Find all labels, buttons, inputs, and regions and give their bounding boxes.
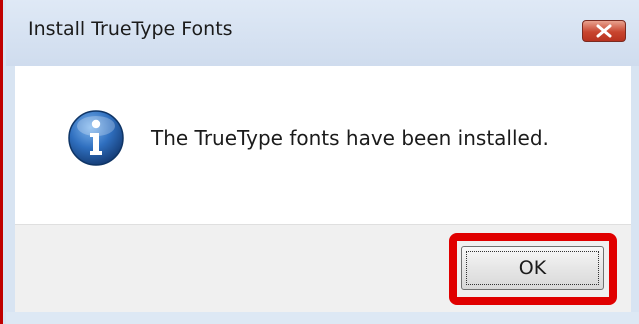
ok-button-label: OK (518, 257, 547, 279)
button-bar: OK (15, 224, 631, 312)
message-area: The TrueType fonts have been installed. (15, 66, 631, 224)
window-bottom-frame (6, 312, 639, 324)
information-icon (67, 109, 125, 167)
message-text: The TrueType fonts have been installed. (151, 126, 549, 150)
dialog-window: Install TrueType Fonts The TrueType font… (0, 0, 639, 324)
close-icon (595, 24, 613, 38)
title-bar[interactable]: Install TrueType Fonts (6, 0, 639, 66)
close-button[interactable] (582, 20, 626, 42)
dialog-title: Install TrueType Fonts (28, 18, 233, 40)
ok-button[interactable]: OK (461, 246, 604, 290)
